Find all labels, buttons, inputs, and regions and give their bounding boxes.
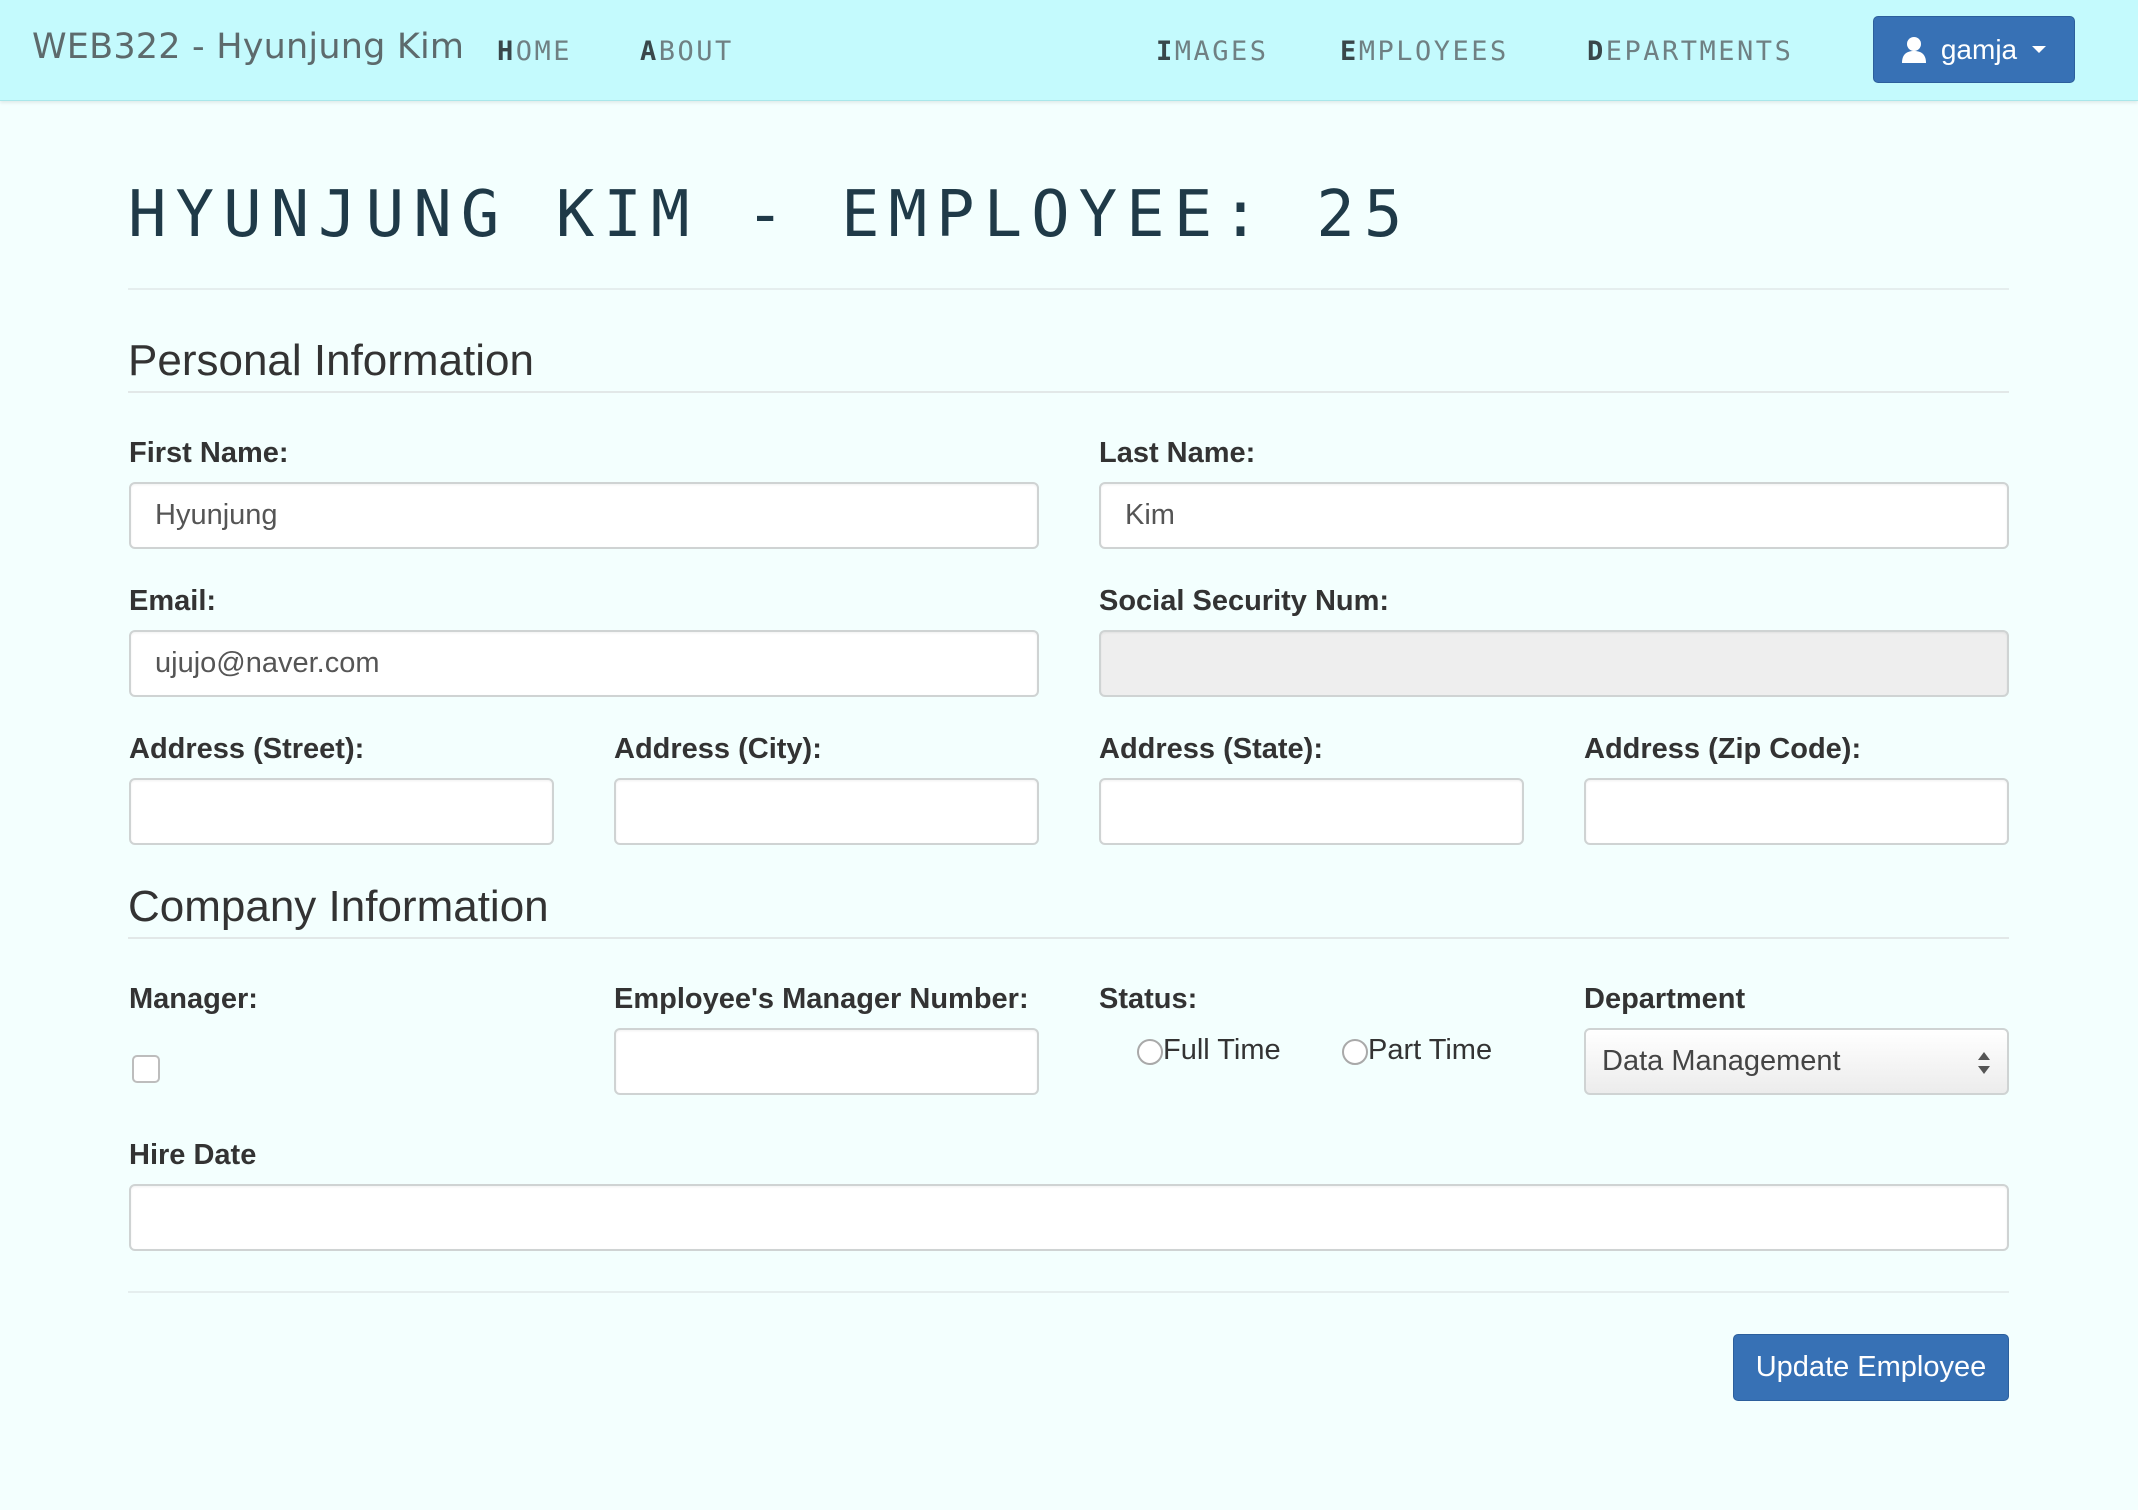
department-select[interactable]: Data Management	[1584, 1028, 2009, 1095]
nav-departments-label: EPARTMENTS	[1605, 36, 1794, 67]
nav-about[interactable]: ABOUT	[640, 36, 734, 67]
update-employee-button[interactable]: Update Employee	[1733, 1334, 2009, 1401]
nav-employees-label: MPLOYEES	[1358, 36, 1509, 67]
nav-departments-initial: D	[1587, 36, 1606, 67]
nav-home-label: OME	[515, 36, 573, 67]
status-part-time-label: Part Time	[1368, 1034, 1493, 1066]
city-input[interactable]	[614, 778, 1039, 845]
user-menu-button[interactable]: gamja	[1873, 16, 2075, 83]
state-input[interactable]	[1099, 778, 1524, 845]
manager-checkbox[interactable]	[132, 1055, 160, 1083]
user-icon	[1901, 36, 1926, 63]
nav-employees[interactable]: EMPLOYEES	[1340, 36, 1509, 67]
nav-about-label: BOUT	[658, 36, 734, 67]
nav-images-initial: I	[1156, 36, 1175, 67]
first-name-label: First Name:	[129, 437, 289, 469]
nav-home[interactable]: HOME	[497, 36, 572, 67]
last-name-label: Last Name:	[1099, 437, 1256, 469]
manager-number-input[interactable]	[614, 1028, 1039, 1095]
status-label: Status:	[1099, 983, 1198, 1015]
zip-label: Address (Zip Code):	[1584, 733, 1862, 765]
email-label: Email:	[129, 585, 217, 617]
nav-employees-initial: E	[1340, 36, 1359, 67]
section-title-personal: Personal Information	[128, 336, 534, 385]
top-navbar: WEB322 - Hyunjung Kim HOME ABOUT IMAGES …	[0, 0, 2138, 101]
city-label: Address (City):	[614, 733, 822, 765]
hire-date-input[interactable]	[129, 1184, 2009, 1251]
manager-label: Manager:	[129, 983, 258, 1015]
department-selected-value: Data Management	[1602, 1045, 1841, 1077]
nav-images[interactable]: IMAGES	[1156, 36, 1269, 67]
form-footer-divider	[128, 1291, 2009, 1293]
first-name-input[interactable]	[129, 482, 1039, 549]
nav-home-initial: H	[497, 36, 516, 67]
ssn-label: Social Security Num:	[1099, 585, 1390, 617]
last-name-input[interactable]	[1099, 482, 2009, 549]
section-divider-company	[128, 937, 2009, 939]
nav-departments[interactable]: DEPARTMENTS	[1587, 36, 1793, 67]
hire-date-label: Hire Date	[129, 1139, 257, 1171]
status-full-time-label: Full Time	[1163, 1034, 1281, 1066]
state-label: Address (State):	[1099, 733, 1323, 765]
status-full-time-radio[interactable]	[1137, 1039, 1163, 1065]
title-divider	[128, 288, 2009, 290]
page-title: HYUNJUNG KIM - EMPLOYEE: 25	[128, 178, 1412, 252]
user-name: gamja	[1940, 33, 2018, 65]
street-label: Address (Street):	[129, 733, 365, 765]
email-input[interactable]	[129, 630, 1039, 697]
nav-about-initial: A	[640, 36, 659, 67]
status-part-time-radio[interactable]	[1342, 1039, 1368, 1065]
caret-down-icon	[2032, 45, 2047, 53]
manager-number-label: Employee's Manager Number:	[614, 983, 1029, 1015]
brand-link[interactable]: WEB322 - Hyunjung Kim	[32, 27, 464, 67]
section-divider-personal	[128, 391, 2009, 393]
street-input[interactable]	[129, 778, 554, 845]
zip-input[interactable]	[1584, 778, 2009, 845]
nav-images-label: MAGES	[1174, 36, 1269, 67]
section-title-company: Company Information	[128, 882, 549, 931]
ssn-input	[1099, 630, 2009, 697]
department-label: Department	[1584, 983, 1746, 1015]
select-arrows-icon	[1978, 1052, 1990, 1074]
